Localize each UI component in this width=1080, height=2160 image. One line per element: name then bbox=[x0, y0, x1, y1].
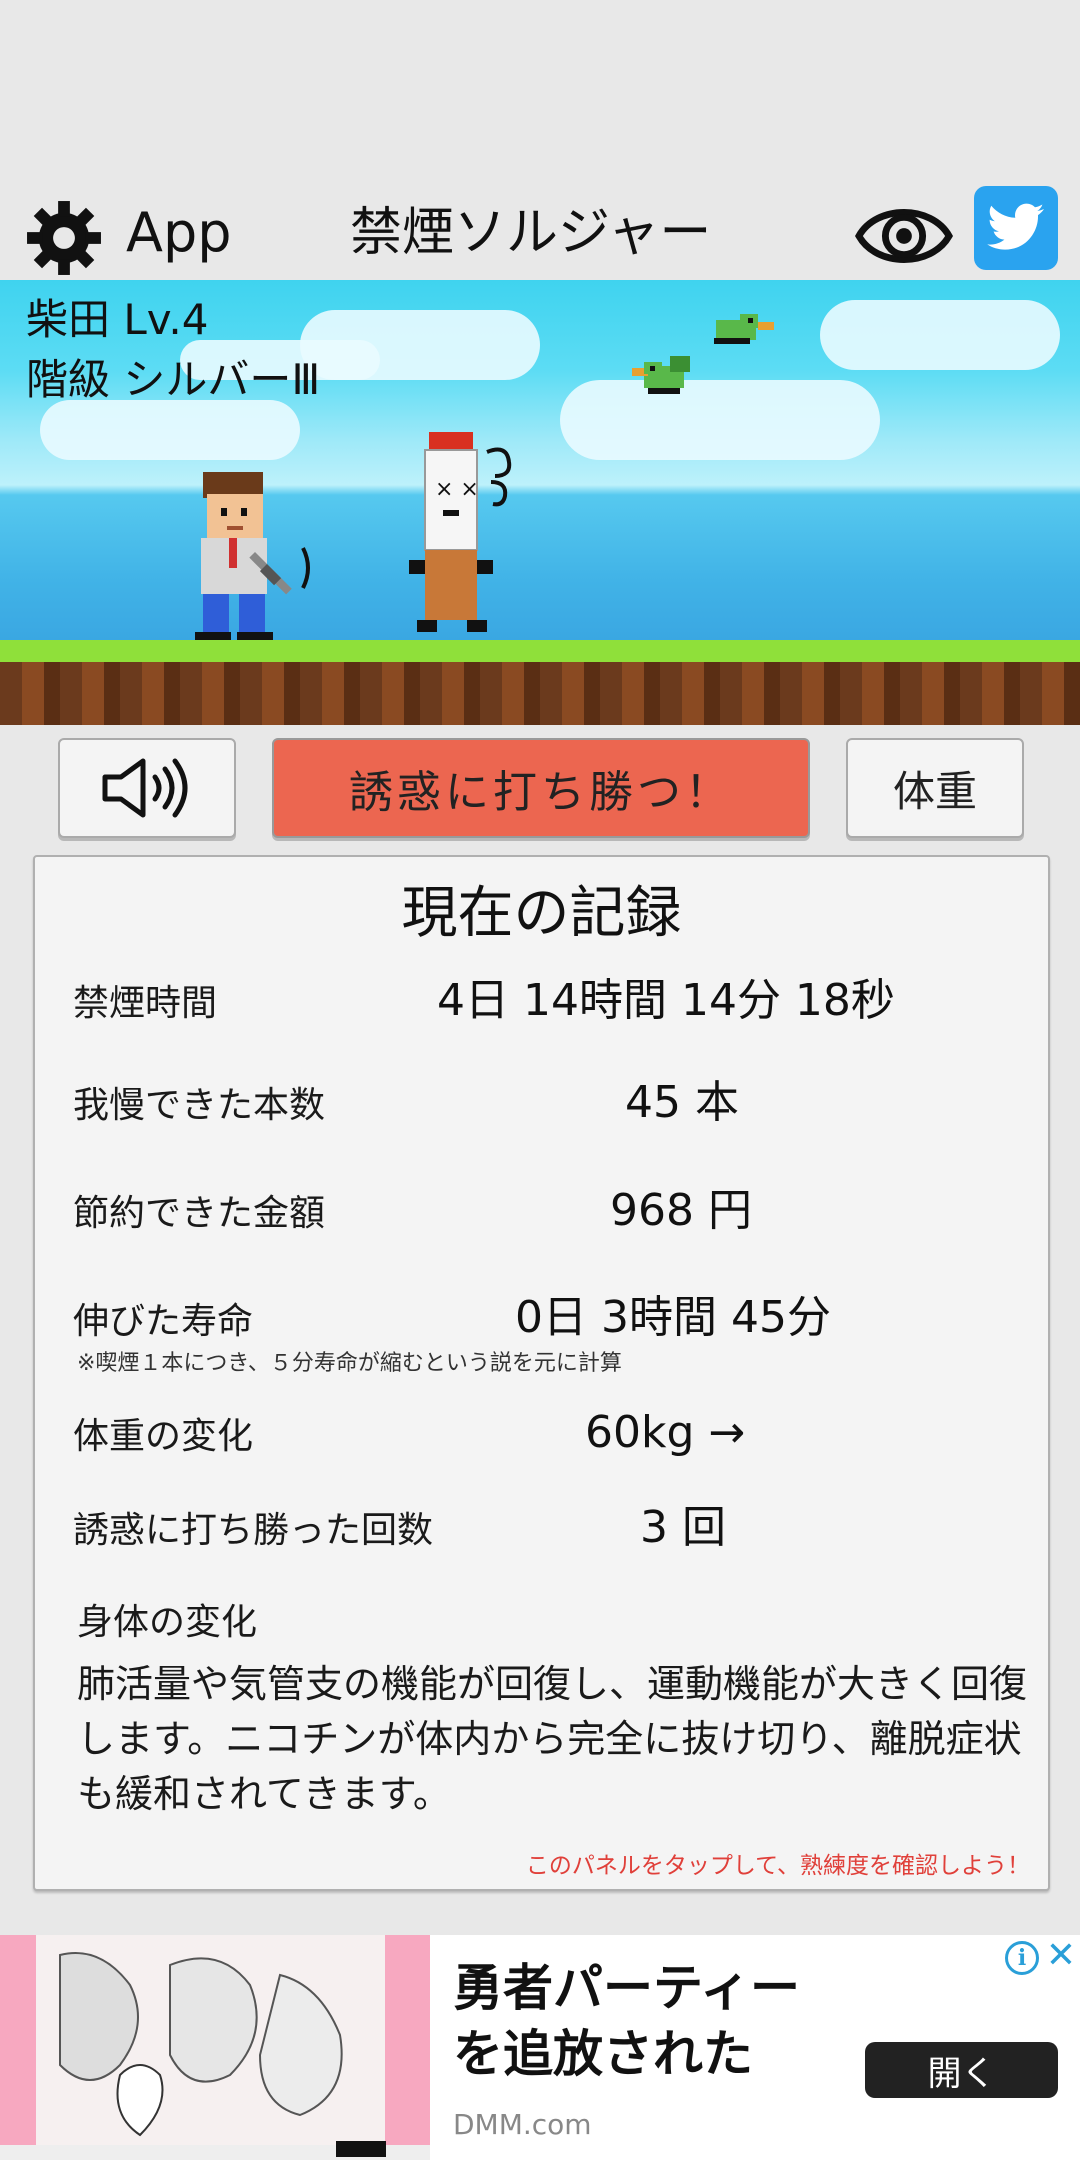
ad-source: DMM.com bbox=[453, 2108, 592, 2141]
cloud bbox=[820, 300, 1060, 370]
page-title: 禁煙ソルジャー bbox=[350, 203, 712, 263]
cigarettes-resisted-label: 我慢できた本数 bbox=[73, 1085, 326, 1126]
player-rank: 階級 シルバーⅢ bbox=[26, 355, 321, 404]
record-title: 現在の記録 bbox=[401, 881, 682, 946]
lifespan-note: ※喫煙１本につき、５分寿命が縮むという説を元に計算 bbox=[77, 1351, 622, 1376]
ad-image[interactable] bbox=[0, 1935, 430, 2160]
info-icon[interactable]: i bbox=[1005, 1941, 1039, 1975]
panel-tap-hint: このパネルをタップして、熟練度を確認しよう！ bbox=[525, 1853, 1030, 1879]
cigarette-enemy: × × bbox=[409, 432, 512, 632]
grass-ground bbox=[0, 640, 1080, 662]
resist-temptation-button[interactable]: 誘惑に打ち勝つ！ bbox=[272, 738, 810, 838]
weight-change-value: 60kg → bbox=[585, 1407, 746, 1458]
ad-manga-illustration bbox=[0, 1935, 430, 2160]
ad-title-line2: を追放された bbox=[453, 2025, 753, 2083]
money-saved-value: 968 円 bbox=[610, 1185, 752, 1236]
bird-icon bbox=[714, 314, 774, 344]
body-change-text: 肺活量や気管支の機能が回復し、運動機能が大きく回復します。ニコチンが体内から完全… bbox=[77, 1662, 1028, 1816]
eye-icon[interactable] bbox=[855, 198, 953, 274]
dirt-ground bbox=[0, 662, 1080, 725]
cigarettes-resisted-value: 45 本 bbox=[625, 1077, 739, 1128]
weight-change-label: 体重の変化 bbox=[73, 1416, 254, 1457]
hero-character bbox=[195, 472, 310, 644]
status-bar-area bbox=[0, 0, 1080, 180]
player-name-level: 柴田 Lv.4 bbox=[26, 295, 209, 344]
gear-icon[interactable] bbox=[22, 196, 106, 280]
ad-title-line1: 勇者パーティー bbox=[453, 1959, 800, 2017]
ad-title[interactable]: 勇者パーティー を追放された bbox=[453, 1955, 800, 2087]
temptation-wins-value: 3 回 bbox=[640, 1502, 726, 1553]
money-saved-label: 節約できた金額 bbox=[73, 1193, 326, 1234]
bird-icon bbox=[632, 356, 690, 394]
quit-time-value: 4日 14時間 14分 18秒 bbox=[437, 975, 895, 1026]
current-record-panel[interactable]: 現在の記録 禁煙時間 4日 14時間 14分 18秒 我慢できた本数 45 本 … bbox=[33, 855, 1050, 1891]
app-header: App 禁煙ソルジャー bbox=[0, 180, 1080, 280]
cloud bbox=[40, 400, 300, 460]
cloud bbox=[560, 380, 880, 460]
temptation-wins-label: 誘惑に打ち勝った回数 bbox=[73, 1510, 434, 1551]
twitter-icon bbox=[987, 203, 1044, 250]
speaker-icon bbox=[102, 758, 188, 818]
ad-banner[interactable]: 勇者パーティー を追放された DMM.com 開く i ✕ bbox=[0, 1935, 1080, 2160]
body-change-title: 身体の変化 bbox=[77, 1602, 258, 1643]
close-icon[interactable]: ✕ bbox=[1044, 1937, 1078, 1975]
quit-time-label: 禁煙時間 bbox=[73, 983, 218, 1024]
svg-text:× ×: × × bbox=[435, 477, 479, 502]
twitter-button[interactable] bbox=[974, 186, 1058, 270]
weight-button[interactable]: 体重 bbox=[846, 738, 1024, 838]
life-extended-value: 0日 3時間 45分 bbox=[515, 1292, 831, 1343]
game-scene: 柴田 Lv.4 階級 シルバーⅢ × × bbox=[0, 280, 1080, 725]
life-extended-label: 伸びた寿命 bbox=[73, 1301, 254, 1342]
ad-open-button[interactable]: 開く bbox=[865, 2042, 1058, 2098]
app-label[interactable]: App bbox=[126, 202, 232, 264]
sound-toggle-button[interactable] bbox=[58, 738, 236, 838]
